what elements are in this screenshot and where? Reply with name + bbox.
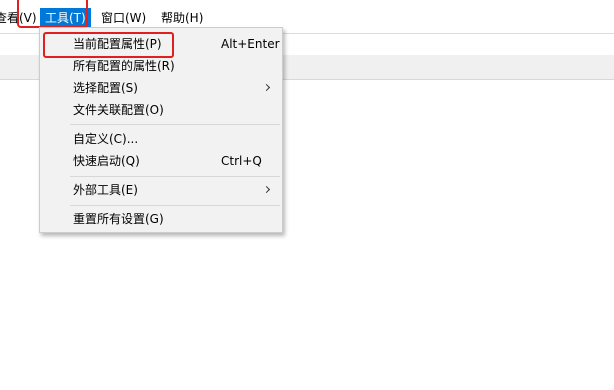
menu-item-label: 自定义(C)... (73, 132, 139, 146)
menu-item-shortcut: Alt+Enter (221, 37, 280, 51)
menu-item-label: 文件关联配置(O) (73, 103, 164, 117)
menu-item-label: 选择配置(S) (73, 81, 138, 95)
menu-item-reset-all-settings[interactable]: 重置所有设置(G) (40, 208, 282, 230)
menu-separator (70, 124, 280, 125)
menu-item-external-tools[interactable]: 外部工具(E) (40, 179, 282, 201)
menu-item-quick-launch[interactable]: 快速启动(Q) Ctrl+Q (40, 150, 282, 172)
annotation-highlight-tools-menu (17, 0, 88, 28)
annotation-highlight-menu-item (43, 32, 174, 58)
menu-item-file-association-config[interactable]: 文件关联配置(O) (40, 99, 282, 121)
menu-item-all-config-properties[interactable]: 所有配置的属性(R) (40, 55, 282, 77)
menu-separator (70, 205, 280, 206)
menu-item-shortcut: Ctrl+Q (221, 154, 262, 168)
menu-separator (70, 176, 280, 177)
menu-window[interactable]: 窗口(W) (101, 9, 146, 27)
menu-help[interactable]: 帮助(H) (161, 9, 203, 27)
menu-item-label: 快速启动(Q) (73, 154, 140, 168)
menu-item-label: 外部工具(E) (73, 183, 138, 197)
tools-dropdown-menu: 当前配置属性(P) Alt+Enter 所有配置的属性(R) 选择配置(S) 文… (39, 27, 283, 233)
menu-item-select-config[interactable]: 选择配置(S) (40, 77, 282, 99)
menu-item-label: 所有配置的属性(R) (73, 59, 175, 73)
menu-item-customize[interactable]: 自定义(C)... (40, 128, 282, 150)
menu-item-label: 重置所有设置(G) (73, 212, 164, 226)
